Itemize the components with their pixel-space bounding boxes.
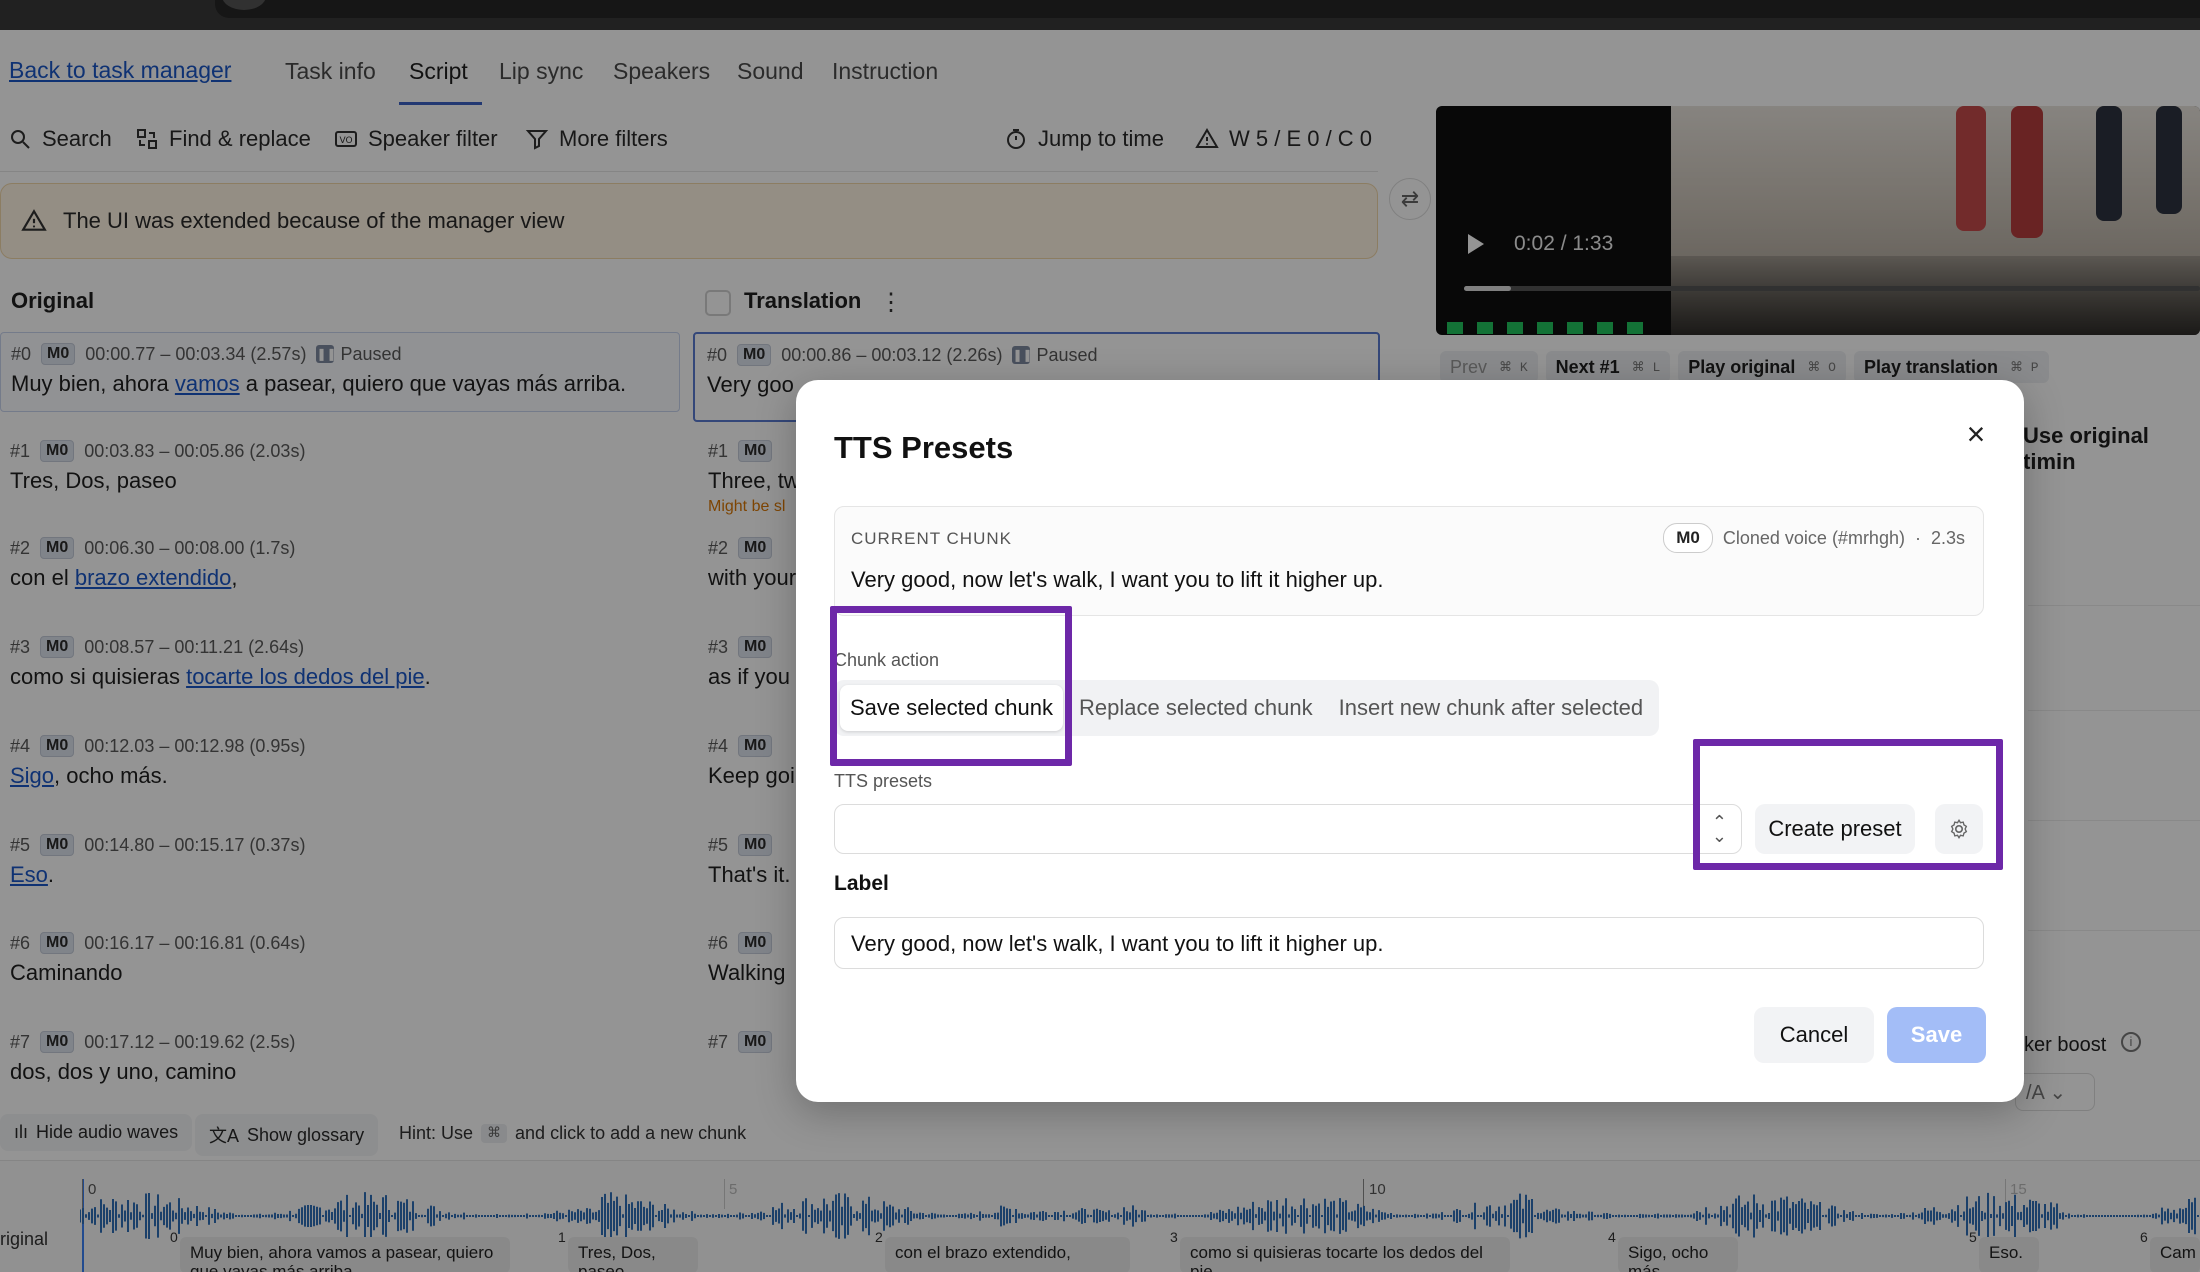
tts-preset-select[interactable]: ⌃ ⌄ bbox=[834, 804, 1742, 854]
insert-new-chunk-option[interactable]: Insert new chunk after selected bbox=[1329, 685, 1654, 731]
chunk-info: M0 Cloned voice (#mrhgh) · 2.3s bbox=[1663, 523, 1965, 553]
current-chunk-card: CURRENT CHUNK M0 Cloned voice (#mrhgh) ·… bbox=[834, 506, 1984, 616]
voice-name: Cloned voice (#mrhgh) bbox=[1722, 527, 1905, 548]
replace-selected-chunk-option[interactable]: Replace selected chunk bbox=[1069, 685, 1323, 731]
label-input[interactable]: Very good, now let's walk, I want you to… bbox=[834, 917, 1984, 969]
current-chunk-text: Very good, now let's walk, I want you to… bbox=[851, 567, 1384, 592]
chunk-action-segmented-control: Save selected chunk Replace selected chu… bbox=[834, 680, 1660, 736]
chunk-duration: 2.3s bbox=[1930, 527, 1965, 548]
dialog-title: TTS Presets bbox=[834, 430, 1014, 465]
close-icon[interactable]: × bbox=[1958, 416, 1994, 452]
label-heading: Label bbox=[834, 872, 889, 895]
gear-icon bbox=[1950, 818, 1968, 840]
save-button[interactable]: Save bbox=[1887, 1007, 1986, 1063]
cancel-button[interactable]: Cancel bbox=[1754, 1007, 1874, 1063]
tts-presets-label: TTS presets bbox=[834, 771, 933, 791]
chevron-updown-icon: ⌃ ⌄ bbox=[1711, 812, 1727, 846]
save-selected-chunk-option[interactable]: Save selected chunk bbox=[840, 685, 1064, 731]
current-chunk-label: CURRENT CHUNK bbox=[851, 529, 1012, 548]
speaker-badge: M0 bbox=[1663, 523, 1713, 553]
chunk-action-label: Chunk action bbox=[834, 650, 940, 670]
tts-presets-dialog: TTS Presets × CURRENT CHUNK M0 Cloned vo… bbox=[796, 380, 2024, 1102]
preset-settings-button[interactable] bbox=[1935, 804, 1983, 854]
create-preset-button[interactable]: Create preset bbox=[1755, 804, 1915, 854]
